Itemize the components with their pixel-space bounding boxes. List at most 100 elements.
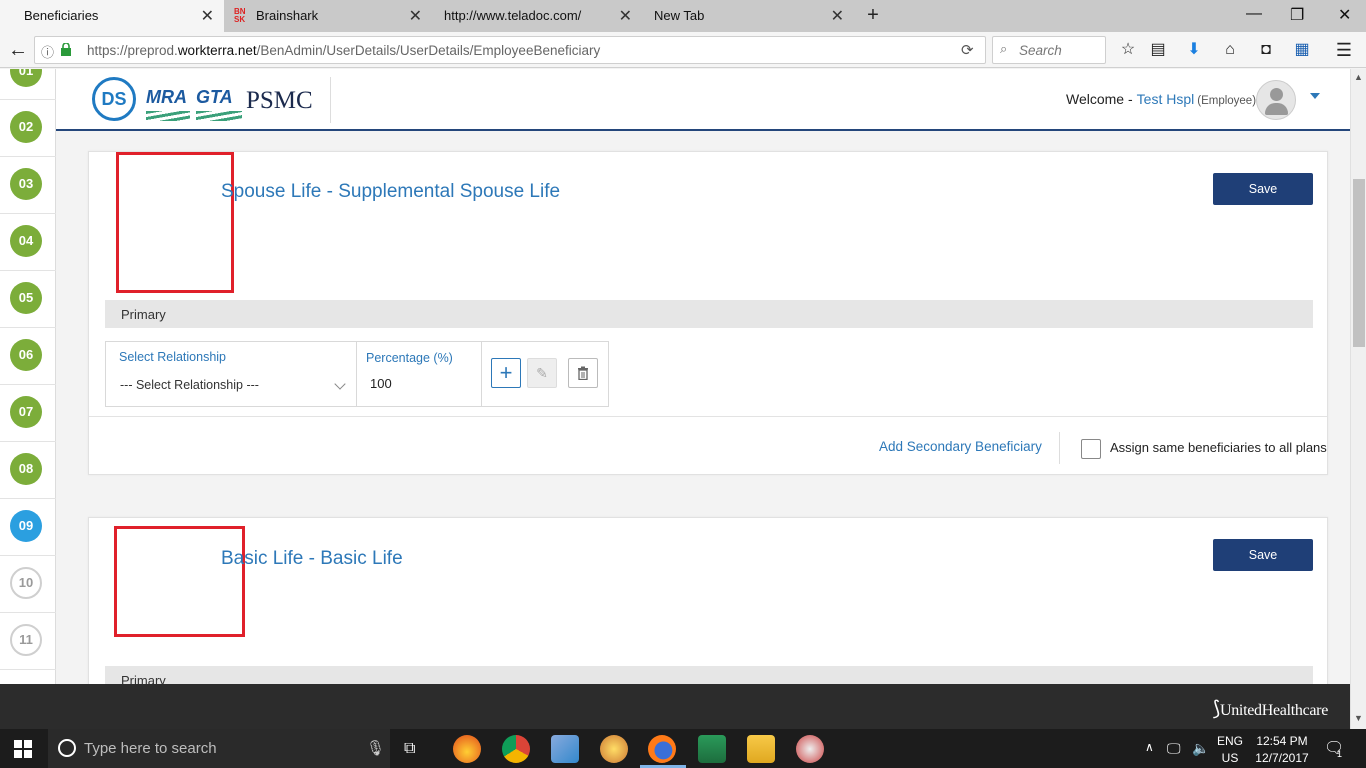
restore-icon[interactable]: ❐ — [1290, 5, 1304, 25]
ds-logo: DS — [92, 77, 136, 121]
step-divider — [0, 270, 56, 271]
step-divider — [0, 669, 56, 670]
system-clock[interactable]: 12:54 PM 12/7/2017 — [1250, 734, 1314, 765]
reload-icon[interactable]: ⟳ — [961, 41, 974, 59]
browser-tab-strip: Beneficiaries ✕ BN SK Brainshark ✕ http:… — [0, 0, 1366, 32]
edit-beneficiary-button[interactable]: ✎ — [527, 358, 557, 388]
close-tab-icon[interactable]: ✕ — [831, 6, 844, 26]
step-divider — [0, 555, 56, 556]
back-arrow-icon[interactable]: ← — [6, 38, 30, 62]
reading-list-icon[interactable]: ▤ — [1146, 38, 1170, 62]
relationship-label: Select Relationship — [119, 350, 227, 364]
windows-start-icon[interactable] — [14, 740, 32, 758]
task-view-icon[interactable]: ⧉ — [404, 740, 415, 758]
step-10[interactable]: 10 — [10, 567, 42, 599]
tab-label: http://www.teladoc.com/ — [444, 8, 582, 23]
percentage-label: Percentage (%) — [366, 351, 453, 365]
add-beneficiary-button[interactable]: + — [491, 358, 521, 388]
scrollbar[interactable]: ▲ ▼ — [1350, 69, 1366, 729]
highlight-box — [116, 152, 234, 293]
tab-new-tab[interactable]: New Tab ✕ — [644, 0, 854, 32]
footer-divider — [1059, 432, 1060, 464]
primary-section-header: Primary — [105, 666, 1313, 684]
info-icon[interactable]: ⓘ — [41, 42, 54, 61]
microphone-icon[interactable]: 🎙 — [366, 739, 385, 757]
unitedhealthcare-logo: ⟆UnitedHealthcare — [1212, 698, 1328, 720]
download-icon[interactable]: ⬇ — [1182, 38, 1206, 62]
close-window-icon[interactable]: ✕ — [1338, 5, 1351, 25]
close-tab-icon[interactable]: ✕ — [409, 6, 422, 26]
add-secondary-beneficiary-link[interactable]: Add Secondary Beneficiary — [879, 439, 1042, 454]
delete-beneficiary-button[interactable] — [568, 358, 598, 388]
user-name-link[interactable]: Test Hspl — [1137, 91, 1195, 107]
bookmark-star-icon[interactable]: ☆ — [1116, 38, 1140, 62]
volume-icon[interactable]: 🔈 — [1192, 740, 1209, 757]
step-09[interactable]: 09 — [10, 510, 42, 542]
tab-label: Brainshark — [256, 8, 319, 23]
chrome-icon[interactable] — [502, 735, 530, 763]
assign-same-checkbox[interactable] — [1081, 439, 1101, 459]
home-icon[interactable]: ⌂ — [1218, 38, 1242, 62]
clock-date: 12/7/2017 — [1255, 751, 1309, 765]
step-11[interactable]: 11 — [10, 624, 42, 656]
new-tab-button[interactable]: + — [862, 4, 884, 26]
search-field[interactable]: ⌕ Search — [992, 36, 1106, 64]
notification-count: 1 — [1337, 749, 1343, 759]
step-divider — [0, 99, 56, 100]
step-08[interactable]: 08 — [10, 453, 42, 485]
save-button[interactable]: Save — [1213, 539, 1313, 571]
user-role: (Employee) — [1197, 95, 1257, 107]
url-bar[interactable]: ⓘ https://preprod.workterra.net/BenAdmin… — [34, 36, 986, 64]
beneficiary-row: Select Relationship --- Select Relations… — [105, 341, 609, 407]
psmc-logo: PSMC — [246, 87, 313, 114]
file-explorer-icon[interactable] — [747, 735, 775, 763]
relationship-value: --- Select Relationship --- — [120, 378, 259, 392]
chevron-down-icon[interactable] — [1310, 93, 1320, 99]
step-01[interactable]: 01 — [10, 69, 42, 87]
step-07[interactable]: 07 — [10, 396, 42, 428]
step-03[interactable]: 03 — [10, 168, 42, 200]
taskbar-search-placeholder: Type here to search — [84, 740, 217, 757]
network-icon[interactable]: 🖵 — [1167, 740, 1181, 757]
scroll-thumb[interactable] — [1353, 179, 1365, 347]
close-tab-icon[interactable]: ✕ — [619, 6, 632, 26]
percentage-field[interactable]: Percentage (%) 100 — [357, 342, 482, 406]
url-text: https://preprod.workterra.net/BenAdmin/U… — [87, 43, 601, 58]
plan-card-spouse-life: Spouse Life - Supplemental Spouse Life S… — [88, 151, 1328, 475]
step-02[interactable]: 02 — [10, 111, 42, 143]
tab-beneficiaries[interactable]: Beneficiaries ✕ — [0, 0, 224, 32]
gta-logo: GTA — [196, 87, 242, 121]
scroll-down-icon[interactable]: ▼ — [1354, 713, 1363, 723]
extension-icon[interactable]: ▦ — [1290, 38, 1314, 62]
firefox-icon[interactable] — [648, 735, 676, 763]
step-05[interactable]: 05 — [10, 282, 42, 314]
pocket-icon[interactable]: ◘ — [1254, 38, 1278, 62]
brainshark-favicon-icon: BN SK — [234, 7, 246, 24]
close-tab-icon[interactable]: ✕ — [201, 6, 214, 26]
tab-brainshark[interactable]: BN SK Brainshark ✕ — [226, 0, 432, 32]
plan-title: Spouse Life - Supplemental Spouse Life — [221, 181, 561, 202]
relationship-select[interactable]: Select Relationship --- Select Relations… — [106, 342, 357, 406]
chevron-up-icon[interactable]: ∧ — [1145, 740, 1154, 754]
step-06[interactable]: 06 — [10, 339, 42, 371]
app-header: DS MRA GTA PSMC Welcome - Test Hspl (Emplo… — [56, 69, 1350, 131]
menu-icon[interactable]: ☰ — [1332, 38, 1356, 62]
region-code: US — [1221, 751, 1239, 765]
notepad-icon[interactable] — [551, 735, 579, 763]
step-04[interactable]: 04 — [10, 225, 42, 257]
lock-icon — [61, 42, 71, 56]
assign-same-label: Assign same beneficiaries to all plans — [1110, 440, 1327, 455]
step-divider — [0, 384, 56, 385]
scroll-up-icon[interactable]: ▲ — [1354, 72, 1363, 82]
snipping-tool-icon[interactable] — [796, 735, 824, 763]
language-indicator[interactable]: ENG US — [1214, 734, 1246, 765]
paint-icon[interactable] — [600, 735, 628, 763]
minimize-icon[interactable]: — — [1246, 5, 1262, 23]
taskbar-search[interactable]: Type here to search 🎙 — [48, 729, 390, 768]
tab-teladoc[interactable]: http://www.teladoc.com/ ✕ — [434, 0, 642, 32]
firefox-dev-icon[interactable] — [453, 735, 481, 763]
save-button[interactable]: Save — [1213, 173, 1313, 205]
avatar[interactable] — [1256, 80, 1296, 120]
excel-icon[interactable] — [698, 735, 726, 763]
tab-label: New Tab — [654, 8, 705, 23]
